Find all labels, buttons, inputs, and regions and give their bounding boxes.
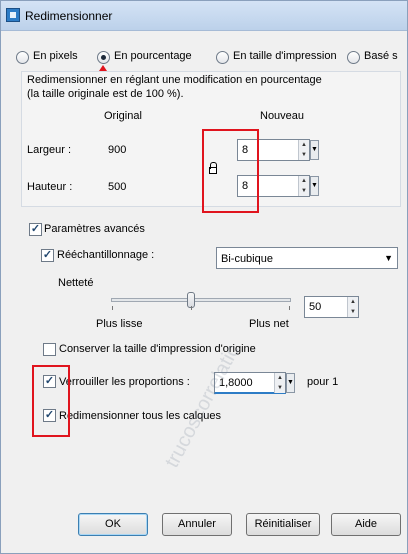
advanced-settings-label[interactable]: Paramètres avancés [44,223,145,235]
width-unit-dropdown[interactable]: ▼ [310,140,319,160]
dialog-body: En pixels En pourcentage En taille d'imp… [1,31,407,553]
sharpness-slider-track[interactable] [111,298,291,302]
sharpness-max-label: Plus net [249,318,289,330]
height-label: Hauteur : [27,181,73,193]
annotation-box-lock [32,365,70,437]
height-unit-dropdown[interactable]: ▼ [310,176,319,196]
title-bar: Redimensionner [1,1,407,31]
width-label: Largeur : [27,144,72,156]
radio-pixels-label[interactable]: En pixels [33,50,78,62]
chevron-down-icon: ▼ [384,253,393,263]
resample-label[interactable]: Rééchantillonnage : [57,249,154,261]
radio-pixels[interactable] [16,51,29,64]
height-spin-buttons[interactable]: ▲ ▼ [298,176,309,196]
ratio-suffix: pour 1 [307,376,339,388]
description-line1: Redimensionner en réglant une modificati… [27,74,322,86]
radio-based-on-label[interactable]: Basé s [364,50,407,62]
cancel-button[interactable]: Annuler [162,513,232,536]
height-original-value: 500 [108,181,127,193]
ratio-dropdown[interactable]: ▼ [286,373,295,393]
ratio-spin-buttons[interactable]: ▲ ▼ [274,373,285,393]
resample-checkbox[interactable]: ✓ [41,249,54,262]
sharpness-label: Netteté [58,277,94,289]
resize-dialog: Redimensionner En pixels En pourcentage … [0,0,408,554]
width-spin-buttons[interactable]: ▲ ▼ [298,140,309,160]
description-line2: (la taille originale est de 100 %). [27,88,184,100]
reset-button[interactable]: Réinitialiser [246,513,320,536]
paintshop-icon [6,8,20,22]
window-title: Redimensionner [25,9,113,23]
ok-button[interactable]: OK [78,513,148,536]
resample-select[interactable]: Bi-cubique ▼ [216,247,398,269]
help-button[interactable]: Aide [331,513,401,536]
sharpness-spin-buttons[interactable]: ▲ ▼ [347,297,358,317]
keep-print-size-checkbox[interactable] [43,343,56,356]
column-new-header: Nouveau [260,110,305,122]
advanced-settings-checkbox[interactable]: ✓ [29,223,42,236]
slider-tick [112,306,113,310]
slider-tick [289,306,290,310]
width-original-value: 900 [108,144,127,156]
radio-print-size[interactable] [216,51,229,64]
watermark-text: trucoscorrelatic [161,341,245,472]
radio-percentage[interactable] [97,51,110,64]
resample-value: Bi-cubique [221,253,273,265]
radio-percentage-label[interactable]: En pourcentage [114,50,192,62]
sharpness-value: 50 [309,301,322,313]
sharpness-min-label: Plus lisse [96,318,143,330]
radio-print-size-label[interactable]: En taille d'impression [233,50,337,62]
sharpness-input[interactable]: 50 ▲ ▼ [304,296,359,318]
radio-based-on[interactable] [347,51,360,64]
column-original-header: Original [104,110,142,122]
annotation-box-new-size [202,129,259,213]
lock-ratio-label[interactable]: Verrouiller les proportions : [59,376,190,388]
slider-tick [191,306,192,310]
